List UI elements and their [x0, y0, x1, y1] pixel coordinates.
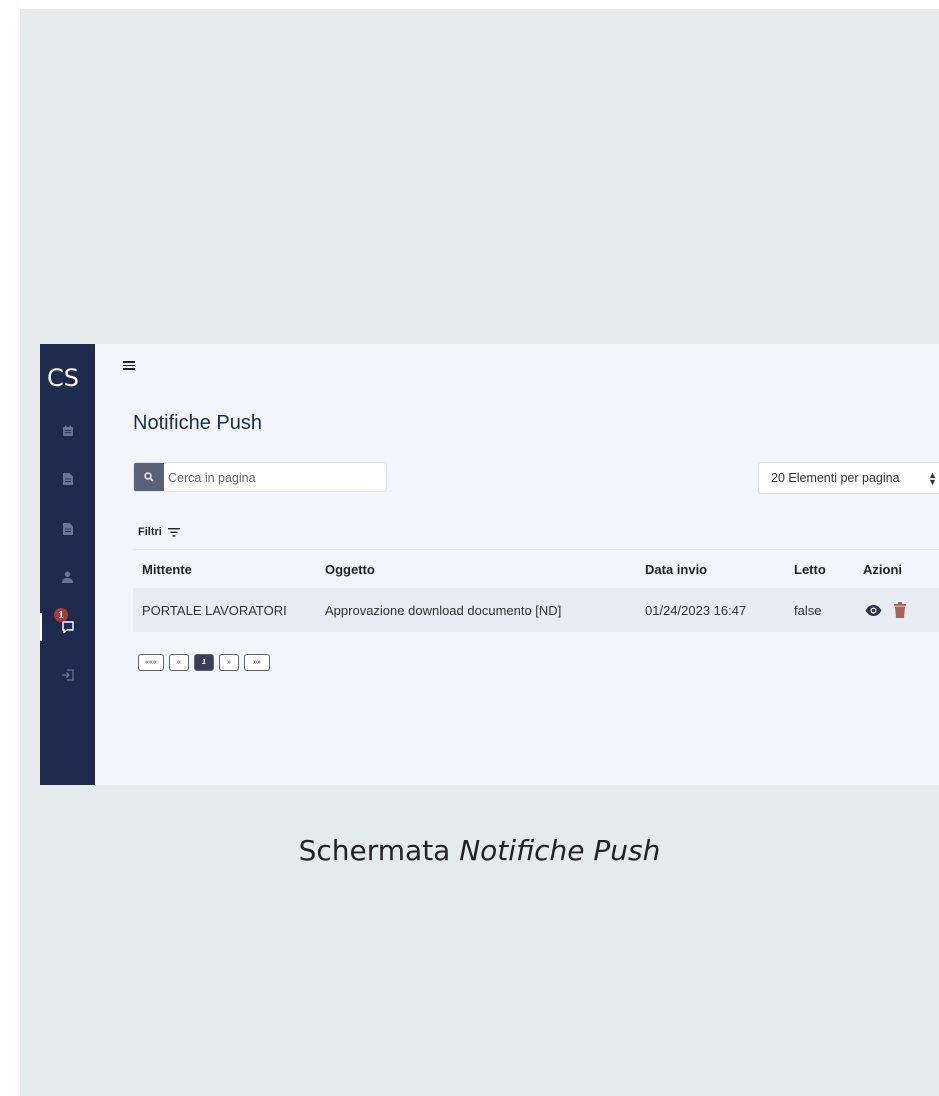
slide-background: CS 1 Notifiche Push Cerca in pagina 20 E…	[20, 9, 939, 1096]
items-per-page-value: 20 Elementi per pagina	[771, 471, 900, 485]
items-per-page-select[interactable]: 20 Elementi per pagina ▲ ▼	[758, 462, 939, 494]
sidebar-item-profile[interactable]	[40, 566, 95, 588]
search-box	[133, 462, 387, 493]
select-caret-icon: ▲ ▼	[928, 470, 937, 487]
cell-mittente: PORTALE LAVORATORI	[142, 603, 287, 618]
pagination-current-page[interactable]: 1	[194, 654, 214, 671]
pagination-next-button[interactable]: »	[219, 654, 239, 671]
sidebar-item-calendar[interactable]	[40, 420, 95, 442]
document-icon	[62, 473, 73, 485]
column-header-azioni: Azioni	[863, 562, 902, 577]
caption-emphasis: Notifiche Push	[459, 834, 661, 867]
sidebar: CS 1	[40, 344, 95, 785]
filter-icon	[167, 527, 180, 537]
document-icon	[62, 523, 73, 535]
column-header-mittente: Mittente	[142, 562, 192, 577]
table-divider	[133, 549, 939, 550]
filters-toggle[interactable]: Filtri	[138, 526, 180, 538]
delete-trash-icon[interactable]	[894, 602, 906, 618]
pagination: ««« « 1 » »»	[138, 654, 270, 671]
sidebar-item-notifications[interactable]: 1	[40, 608, 95, 641]
pagination-first-button[interactable]: «««	[138, 654, 164, 671]
search-button[interactable]	[134, 463, 164, 491]
chat-icon	[61, 621, 74, 634]
search-icon	[144, 472, 154, 482]
slide-caption: Schermata Notifiche Push	[20, 834, 939, 867]
caption-prefix: Schermata	[298, 834, 460, 867]
cell-oggetto: Approvazione download documento [ND]	[325, 603, 562, 618]
row-actions	[865, 602, 906, 618]
cell-data-invio: 01/24/2023 16:47	[645, 603, 747, 618]
search-input[interactable]	[168, 463, 380, 493]
pagination-last-button[interactable]: »»	[244, 654, 270, 671]
sidebar-item-documents[interactable]	[40, 468, 95, 490]
filters-label: Filtri	[138, 526, 162, 538]
user-icon	[62, 571, 73, 583]
app-logo: CS	[47, 364, 79, 392]
page-title: Notifiche Push	[133, 412, 262, 434]
column-header-data-invio: Data invio	[645, 562, 708, 577]
sidebar-item-documents-2[interactable]	[40, 518, 95, 540]
cell-letto: false	[794, 603, 822, 618]
view-eye-icon[interactable]	[865, 604, 882, 616]
app-window: CS 1 Notifiche Push Cerca in pagina 20 E…	[40, 344, 939, 785]
menu-toggle-icon[interactable]	[123, 359, 135, 373]
pagination-prev-button[interactable]: «	[169, 654, 189, 671]
column-header-letto: Letto	[794, 562, 826, 577]
column-header-oggetto: Oggetto	[325, 562, 375, 577]
notification-badge: 1	[54, 608, 68, 622]
sidebar-item-logout[interactable]	[40, 664, 95, 686]
logout-icon	[62, 669, 74, 681]
calendar-icon	[62, 425, 73, 436]
